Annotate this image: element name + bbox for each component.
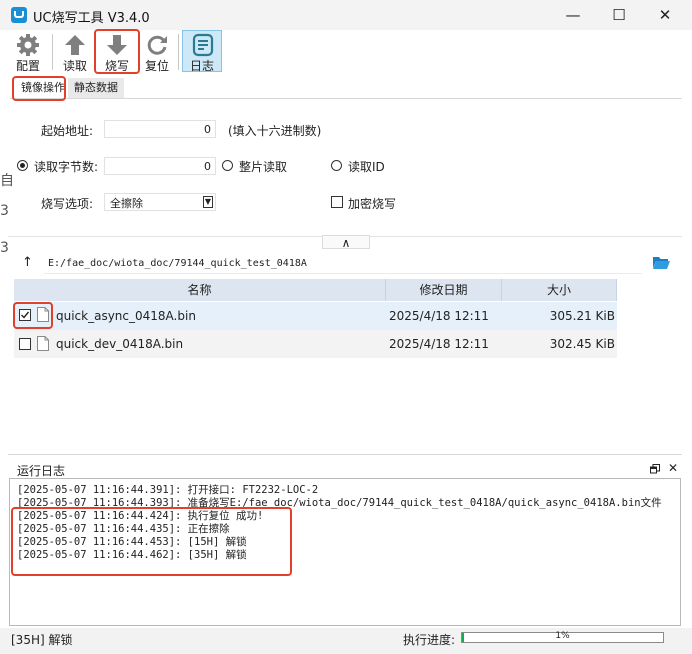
file-name[interactable]: quick_dev_0418A.bin — [56, 330, 183, 358]
path-field[interactable]: E:/fae_doc/wiota_doc/79144_quick_test_04… — [44, 254, 642, 274]
config-label: 配置 — [15, 59, 40, 73]
arrow-up-icon — [65, 35, 85, 55]
progress-text: 1% — [555, 631, 570, 641]
file-date: 2025/4/18 12:11 — [389, 309, 489, 323]
file-size: 302.45 KiB — [549, 337, 615, 351]
read-id-radio[interactable] — [331, 160, 342, 171]
log-icon — [192, 33, 214, 57]
toolbar-divider — [178, 34, 179, 70]
log-title: 运行日志 — [17, 464, 66, 478]
file-name[interactable]: quick_async_0418A.bin — [56, 302, 196, 330]
column-header-size[interactable]: 大小 — [502, 279, 617, 301]
folder-open-icon[interactable] — [653, 256, 670, 269]
chevron-down-icon: ▼ — [203, 196, 213, 208]
encrypt-checkbox[interactable] — [331, 196, 343, 208]
gear-icon — [17, 34, 39, 56]
burn-label: 烧写 — [104, 59, 129, 73]
up-directory-button[interactable]: ↑ — [22, 255, 33, 270]
toolbar-divider — [52, 34, 53, 70]
log-button[interactable]: 日志 — [182, 30, 222, 73]
close-panel-button[interactable]: ✕ — [668, 461, 678, 475]
file-checkbox[interactable] — [19, 309, 31, 321]
file-date: 2025/4/18 12:11 — [389, 337, 489, 351]
start-address-hint: (填入十六进制数) — [228, 124, 322, 138]
column-header-name[interactable]: 名称 — [14, 279, 386, 301]
log-divider — [8, 454, 682, 455]
burn-option-select[interactable]: 全擦除 ▼ — [104, 193, 216, 211]
file-size: 305.21 KiB — [549, 309, 615, 323]
log-label: 日志 — [189, 59, 214, 73]
reset-button[interactable]: 复位 — [140, 30, 174, 74]
config-button[interactable]: 配置 — [11, 30, 45, 74]
burn-option-label: 烧写选项: — [41, 197, 94, 211]
arrow-down-icon — [107, 35, 127, 55]
tab-strip-border — [10, 98, 682, 99]
read-whole-label: 整片读取 — [239, 160, 288, 174]
file-icon — [37, 307, 49, 322]
status-message: [35H] 解锁 — [11, 633, 73, 647]
reset-label: 复位 — [144, 59, 169, 73]
log-highlight — [11, 507, 292, 576]
close-button[interactable]: ✕ — [642, 0, 688, 30]
collapse-button[interactable]: ∧ — [322, 235, 370, 250]
read-label: 读取 — [62, 59, 87, 73]
file-checkbox[interactable] — [19, 338, 31, 350]
background-glyph: 3 — [0, 203, 9, 219]
burn-button[interactable]: 烧写 — [100, 30, 134, 74]
read-button[interactable]: 读取 — [58, 30, 92, 74]
read-bytes-input[interactable]: 0 — [104, 157, 216, 175]
app-icon — [11, 7, 27, 23]
read-bytes-label: 读取字节数: — [34, 160, 99, 174]
progress-bar: 1% — [461, 631, 664, 643]
column-header-date[interactable]: 修改日期 — [386, 279, 502, 301]
background-glyph: 3 — [0, 240, 9, 256]
read-whole-radio[interactable] — [222, 160, 233, 171]
progress-label: 执行进度: — [403, 633, 456, 647]
minimize-button[interactable]: — — [550, 0, 596, 30]
restore-panel-icon[interactable] — [650, 464, 660, 474]
burn-option-value: 全擦除 — [110, 197, 143, 210]
read-id-label: 读取ID — [348, 160, 385, 174]
maximize-button[interactable]: ☐ — [596, 0, 642, 30]
tab-static-data[interactable]: 静态数据 — [68, 78, 124, 98]
read-bytes-radio[interactable] — [17, 160, 28, 171]
background-glyph: 自 — [0, 173, 14, 189]
tab-highlight — [12, 76, 66, 101]
refresh-icon — [147, 35, 167, 55]
window-title: UC烧写工具 V3.4.0 — [33, 11, 150, 26]
encrypt-label: 加密烧写 — [348, 197, 397, 211]
start-address-input[interactable]: 0 — [104, 120, 216, 138]
log-line: [2025-05-07 11:16:44.391]: 打开接口: FT2232-… — [17, 484, 319, 496]
checkmark-icon — [21, 311, 30, 319]
start-address-label: 起始地址: — [41, 124, 94, 138]
file-icon — [37, 336, 49, 351]
